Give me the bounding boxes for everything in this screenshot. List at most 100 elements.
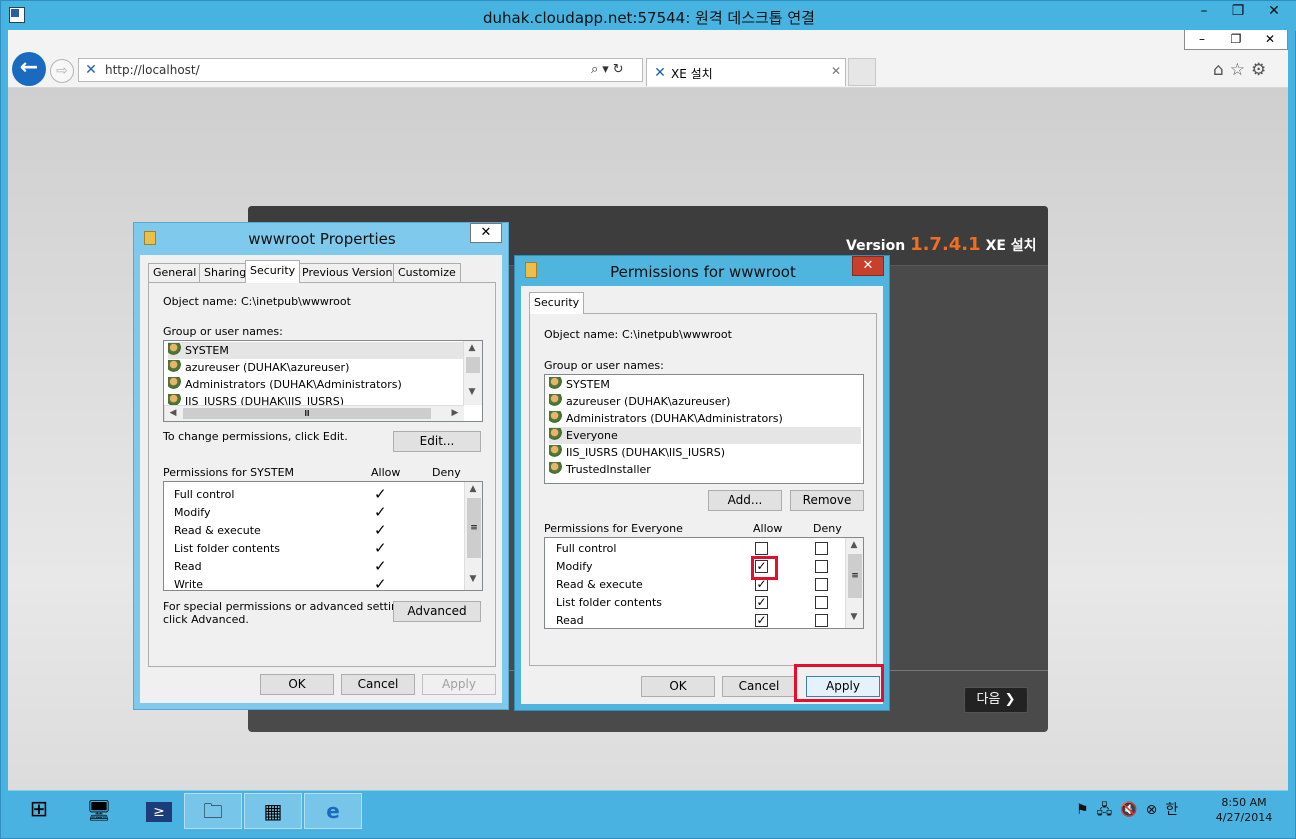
permissions-close-button[interactable]: ✕: [852, 256, 884, 276]
ok-button[interactable]: OK: [260, 674, 334, 695]
tool-app-button[interactable]: ▦: [244, 793, 302, 829]
address-bar[interactable]: ✕ http://localhost/ ⌕▾↻: [78, 58, 643, 82]
forward-button[interactable]: ⇨: [50, 59, 74, 83]
scroll-thumb[interactable]: [466, 357, 480, 373]
server-manager-icon: 🖥: [86, 798, 112, 822]
scroll-down-icon[interactable]: ▼: [465, 572, 481, 588]
list-item[interactable]: SYSTEM: [168, 342, 464, 359]
ie-minimize-button[interactable]: –: [1185, 30, 1219, 49]
tab-security[interactable]: Security: [529, 292, 585, 314]
edit-button[interactable]: Edit...: [393, 431, 481, 452]
scroll-up-icon[interactable]: ▲: [846, 538, 862, 554]
xe-next-button[interactable]: 다음 ❯: [964, 687, 1028, 713]
cancel-button[interactable]: Cancel: [341, 674, 415, 695]
scroll-up-icon[interactable]: ▲: [464, 341, 480, 357]
allow-list-folder-checkbox[interactable]: ✓: [755, 596, 768, 609]
back-button[interactable]: ←: [12, 52, 46, 86]
advanced-button[interactable]: Advanced: [393, 601, 481, 622]
ie-taskbar-button[interactable]: e: [304, 793, 362, 829]
properties-close-button[interactable]: ✕: [470, 223, 502, 243]
list-item[interactable]: SYSTEM: [549, 376, 610, 393]
ime-indicator[interactable]: 한: [1165, 802, 1186, 818]
allow-full-control-checkbox[interactable]: [755, 542, 768, 555]
scroll-thumb-horizontal[interactable]: Ⅲ: [183, 408, 431, 419]
list-item-selected[interactable]: Everyone: [549, 427, 861, 444]
scroll-thumb[interactable]: ≡: [848, 554, 862, 598]
scroll-right-icon[interactable]: ▶: [447, 406, 463, 421]
remove-button[interactable]: Remove: [790, 490, 864, 511]
object-name-label: Object name:: [163, 295, 238, 308]
deny-list-folder-checkbox[interactable]: [815, 596, 828, 609]
cancel-button[interactable]: Cancel: [722, 676, 796, 697]
ie-close-button[interactable]: ✕: [1253, 30, 1287, 49]
tab-previous-versions[interactable]: Previous Versions: [297, 263, 404, 282]
address-input[interactable]: http://localhost/: [105, 63, 200, 77]
list-item[interactable]: azureuser (DUHAK\azureuser): [549, 393, 730, 410]
server-manager-button[interactable]: 🖥: [70, 793, 128, 829]
rdp-maximize-button[interactable]: ❐: [1223, 1, 1253, 23]
start-button[interactable]: ⊞: [10, 793, 68, 829]
list-item[interactable]: TrustedInstaller: [549, 461, 651, 478]
scroll-up-icon[interactable]: ▲: [465, 482, 481, 498]
horizontal-scrollbar[interactable]: ◀ Ⅲ ▶: [164, 405, 464, 421]
scroll-down-icon[interactable]: ▼: [846, 610, 862, 626]
group-list[interactable]: SYSTEM azureuser (DUHAK\azureuser) Admin…: [163, 340, 483, 422]
ie-restore-button[interactable]: ❐: [1219, 30, 1253, 49]
allow-read-checkbox[interactable]: ✓: [755, 614, 768, 627]
rdp-minimize-button[interactable]: –: [1189, 1, 1219, 23]
group-list[interactable]: SYSTEM azureuser (DUHAK\azureuser) Admin…: [544, 374, 864, 484]
network-icon[interactable]: 🖧: [1097, 802, 1121, 818]
vertical-scrollbar[interactable]: ▲ ≡ ▼: [464, 482, 482, 590]
perm-row: Write: [174, 578, 204, 591]
tab-title: XE 설치: [671, 67, 713, 81]
rdp-close-button[interactable]: ✕: [1259, 1, 1289, 23]
xe-favicon-icon: ✕: [85, 62, 97, 78]
powershell-button[interactable]: ≥: [130, 793, 188, 829]
group-icon: [549, 411, 563, 424]
vertical-scrollbar[interactable]: ▲ ≡ ▼: [845, 538, 863, 628]
xe-tab-icon: ✕: [654, 65, 666, 81]
volume-muted-icon[interactable]: 🔇: [1120, 802, 1145, 818]
scroll-thumb[interactable]: ≡: [467, 498, 481, 558]
tab-security[interactable]: Security: [245, 260, 301, 283]
group-name: azureuser (DUHAK\azureuser): [185, 361, 350, 374]
deny-full-control-checkbox[interactable]: [815, 542, 828, 555]
list-item[interactable]: azureuser (DUHAK\azureuser): [168, 359, 349, 376]
allow-check-icon: ✓: [374, 503, 387, 521]
ok-button[interactable]: OK: [641, 676, 715, 697]
tab-general[interactable]: General: [148, 263, 202, 282]
address-search-refresh-icons[interactable]: ⌕▾↻: [591, 62, 628, 77]
group-icon: [168, 377, 182, 390]
ie-toolbar: – ❐ ✕ ← ⇨ ✕ http://localhost/ ⌕▾↻ ✕ XE 설치 …: [8, 30, 1288, 88]
tab-sharing[interactable]: Sharing: [199, 263, 252, 282]
scroll-down-icon[interactable]: ▼: [464, 385, 480, 401]
new-tab-button[interactable]: [848, 58, 876, 86]
group-icon: [549, 445, 563, 458]
deny-read-checkbox[interactable]: [815, 614, 828, 627]
group-name: Everyone: [566, 429, 618, 442]
perm-row: Modify: [174, 506, 211, 519]
vertical-scrollbar[interactable]: ▲ ▼: [463, 341, 482, 405]
file-explorer-button[interactable]: 🗀: [184, 793, 242, 829]
group-icon: [168, 343, 182, 356]
add-button[interactable]: Add...: [708, 490, 782, 511]
list-item[interactable]: IIS_IUSRS (DUHAK\IIS_IUSRS): [549, 444, 725, 461]
deny-read-execute-checkbox[interactable]: [815, 578, 828, 591]
tab-close-icon[interactable]: ✕: [831, 64, 841, 78]
rdp-titlebar[interactable]: duhak.cloudapp.net:57544: 원격 데스크톱 연결 – ❐…: [1, 1, 1296, 31]
browser-tab[interactable]: ✕ XE 설치 ✕: [646, 58, 846, 86]
settings-gear-icon[interactable]: ⚙: [1251, 60, 1272, 80]
apply-button[interactable]: Apply: [422, 674, 496, 695]
home-icon[interactable]: ⌂: [1213, 60, 1230, 80]
tab-customize[interactable]: Customize: [393, 263, 461, 282]
flag-icon[interactable]: ⚑: [1076, 802, 1097, 818]
error-circle-icon[interactable]: ⊗: [1146, 802, 1166, 818]
list-item[interactable]: Administrators (DUHAK\Administrators): [549, 410, 783, 427]
permissions-list: Full control Modify Read & execute List …: [544, 537, 864, 629]
favorites-star-icon[interactable]: ☆: [1230, 60, 1251, 80]
clock[interactable]: 8:50 AM 4/27/2014: [1204, 795, 1284, 825]
list-item[interactable]: Administrators (DUHAK\Administrators): [168, 376, 402, 393]
scroll-left-icon[interactable]: ◀: [165, 406, 181, 421]
permissions-body: Security Object name: C:\inetpub\wwwroot…: [521, 286, 883, 704]
deny-modify-checkbox[interactable]: [815, 560, 828, 573]
